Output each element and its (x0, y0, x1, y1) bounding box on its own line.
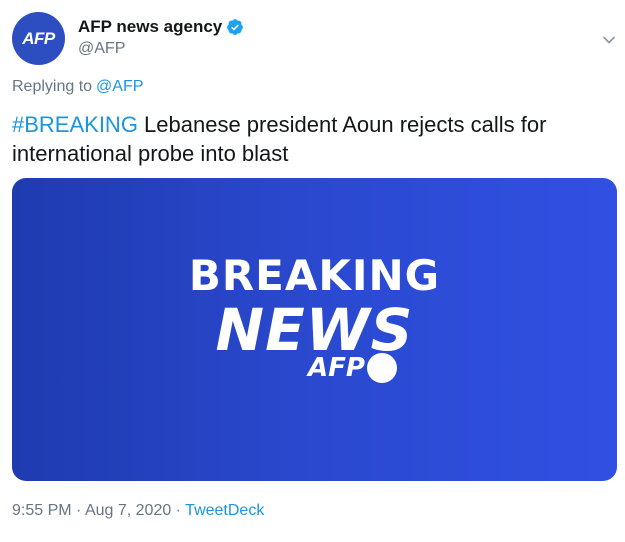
replying-to-link[interactable]: @AFP (96, 78, 143, 95)
author-handle[interactable]: @AFP (78, 40, 125, 58)
avatar[interactable]: AFP (12, 12, 65, 65)
hashtag-link[interactable]: #BREAKING (12, 112, 138, 137)
avatar-logo-text: AFP (22, 28, 55, 48)
verified-badge-icon (227, 19, 244, 35)
tweet-date[interactable]: Aug 7, 2020 (85, 502, 171, 519)
replying-to: Replying to @AFP (12, 78, 143, 96)
media-afp-logo: AFP (308, 353, 397, 383)
tweet-source[interactable]: TweetDeck (185, 502, 264, 519)
tweet-time[interactable]: 9:55 PM (12, 502, 72, 519)
replying-to-label: Replying to (12, 78, 93, 95)
author-name-row[interactable]: AFP news agency (78, 17, 244, 37)
media-breaking-text: BREAKING (188, 251, 441, 300)
chevron-down-icon[interactable] (602, 33, 616, 47)
meta-separator: · (71, 502, 85, 519)
tweet-text: #BREAKING Lebanese president Aoun reject… (12, 110, 612, 168)
media-logo-text: AFP (308, 353, 365, 383)
tweet-meta: 9:55 PM · Aug 7, 2020 · TweetDeck (12, 502, 264, 520)
media-logo-dot (366, 353, 397, 383)
tweet-card: AFP AFP news agency @AFP Replying to @AFP… (0, 0, 625, 542)
meta-separator: · (171, 502, 186, 519)
author-name[interactable]: AFP news agency (78, 17, 222, 37)
media-image[interactable]: BREAKING NEWS AFP (12, 178, 617, 481)
